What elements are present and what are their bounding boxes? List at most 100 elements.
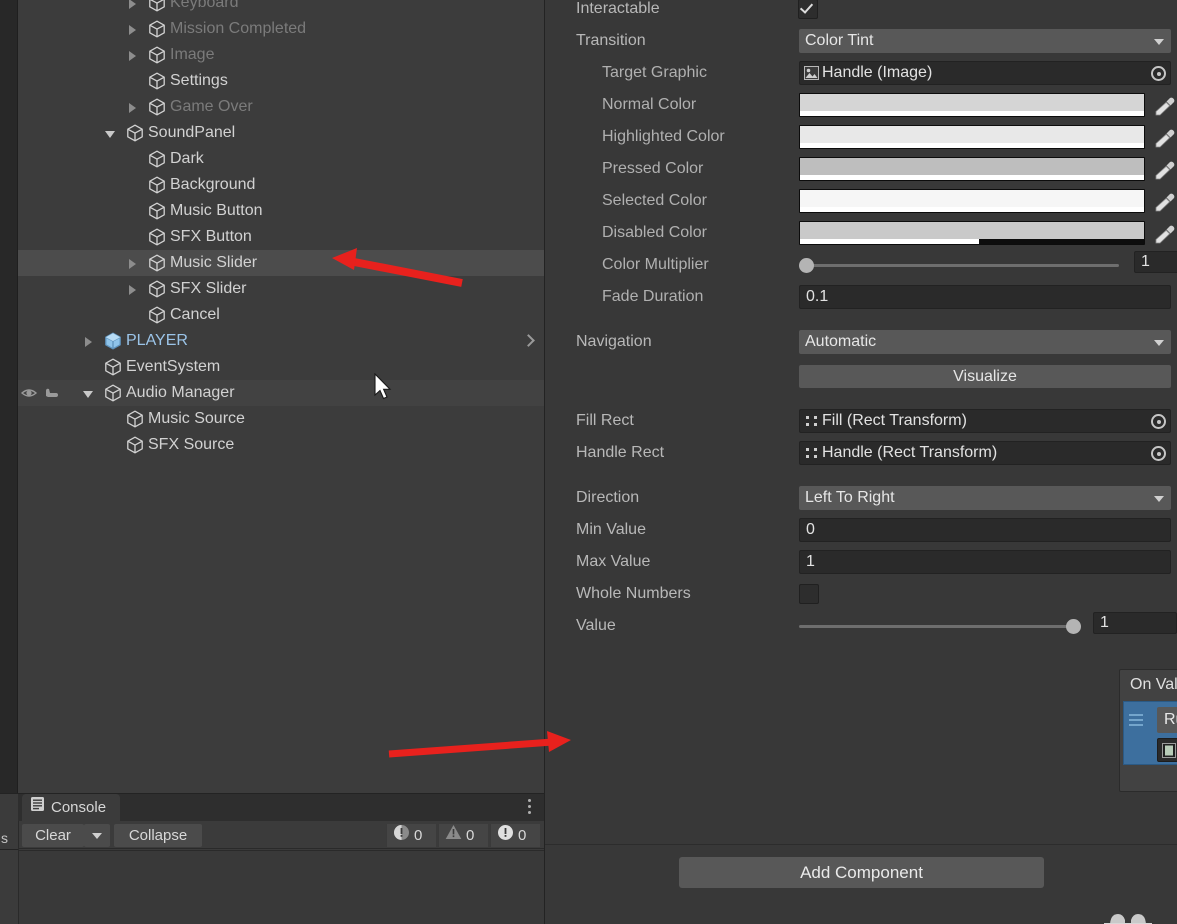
visibility-toggle-icons[interactable]	[20, 384, 70, 402]
navigation-dropdown[interactable]: Automatic	[799, 330, 1171, 354]
slider-handle[interactable]	[1066, 619, 1081, 634]
collapse-button[interactable]: Collapse	[114, 824, 202, 847]
gameobject-icon	[148, 202, 166, 220]
gameobject-icon	[148, 306, 166, 324]
min-value-input[interactable]: 0	[799, 518, 1171, 542]
left-edge-strip	[0, 0, 18, 924]
hierarchy-row[interactable]: Game Over	[18, 94, 544, 120]
transition-value: Color Tint	[805, 32, 874, 49]
twirl-right-icon[interactable]	[126, 250, 140, 276]
handle-rect-objectfield[interactable]: Handle (Rect Transform)	[799, 441, 1171, 465]
gameobject-icon	[148, 46, 166, 64]
eyedropper-icon[interactable]	[1151, 127, 1177, 149]
eyedropper-icon[interactable]	[1151, 95, 1177, 117]
hierarchy-row[interactable]: Cancel	[18, 302, 544, 328]
max-value-input[interactable]: 1	[799, 550, 1171, 574]
tab-console[interactable]: Console	[22, 794, 121, 822]
object-picker-icon[interactable]	[1151, 446, 1166, 461]
hierarchy-row[interactable]: Keyboard	[18, 0, 544, 16]
value-label: Value	[576, 617, 616, 634]
hierarchy-row[interactable]: SFX Slider	[18, 276, 544, 302]
console-panel[interactable]: Console Clear Collapse 0 0 0	[18, 793, 544, 924]
console-options-icon[interactable]	[528, 799, 532, 817]
hierarchy-row[interactable]: SFX Button	[18, 224, 544, 250]
twirl-right-icon[interactable]	[126, 94, 140, 120]
direction-dropdown[interactable]: Left To Right	[799, 486, 1171, 510]
color-swatch[interactable]	[799, 125, 1145, 149]
object-picker-icon[interactable]	[1151, 66, 1166, 81]
min-value-label: Min Value	[576, 521, 646, 538]
error-count[interactable]: 0	[490, 824, 540, 847]
transition-dropdown[interactable]: Color Tint	[799, 29, 1171, 53]
color-field-label: Highlighted Color	[602, 128, 725, 145]
fill-rect-objectfield[interactable]: Fill (Rect Transform)	[799, 409, 1171, 433]
whole-numbers-checkbox[interactable]	[799, 584, 819, 604]
eyedropper-icon[interactable]	[1151, 223, 1177, 245]
interactable-checkbox[interactable]	[798, 0, 818, 19]
hierarchy-row[interactable]: Music Slider	[18, 250, 544, 276]
call-mode-dropdown[interactable]: Runtime Only	[1157, 707, 1177, 733]
hierarchy-row[interactable]: Dark	[18, 146, 544, 172]
hierarchy-row[interactable]: Background	[18, 172, 544, 198]
hierarchy-row[interactable]: Audio Manager	[18, 380, 544, 406]
console-log-area[interactable]	[18, 850, 544, 924]
target-graphic-value: Handle (Image)	[822, 64, 933, 81]
hierarchy-row[interactable]: Music Source	[18, 406, 544, 432]
eyedropper-icon[interactable]	[1151, 191, 1177, 213]
slider-handle[interactable]	[799, 258, 814, 273]
color-multiplier-value[interactable]: 1	[1134, 251, 1177, 273]
event-target-objectfield[interactable]: Canvas (UI C	[1157, 738, 1177, 762]
event-entry-row[interactable]: Runtime Only UIController.MusicVolume Ca…	[1123, 701, 1177, 765]
value-slider[interactable]	[799, 614, 1089, 638]
hierarchy-row-label: Cancel	[170, 306, 220, 323]
on-value-changed-header: On Value Changed (Single)	[1130, 676, 1177, 693]
hierarchy-row[interactable]: Mission Completed	[18, 16, 544, 42]
hierarchy-row[interactable]: EventSystem	[18, 354, 544, 380]
hierarchy-row[interactable]: PLAYER	[18, 328, 544, 354]
color-swatch[interactable]	[799, 189, 1145, 213]
error-icon	[497, 824, 514, 848]
drag-handle-icon[interactable]	[1129, 714, 1143, 726]
hierarchy-panel[interactable]: Keyboard Mission Completed Image Settings Ga…	[18, 0, 544, 793]
twirl-right-icon[interactable]	[126, 0, 140, 16]
object-picker-icon[interactable]	[1151, 414, 1166, 429]
eyedropper-icon[interactable]	[1151, 159, 1177, 181]
target-graphic-objectfield[interactable]: Handle (Image)	[799, 61, 1171, 85]
clear-button[interactable]: Clear	[22, 824, 84, 847]
twirl-down-icon[interactable]	[82, 380, 96, 406]
gameobject-icon	[148, 72, 166, 90]
color-swatch[interactable]	[799, 221, 1145, 245]
warning-count-value: 0	[466, 827, 475, 844]
value-number[interactable]: 1	[1093, 612, 1177, 634]
color-swatch[interactable]	[799, 93, 1145, 117]
twirl-right-icon[interactable]	[126, 16, 140, 42]
visualize-button[interactable]: Visualize	[799, 365, 1171, 388]
prefab-open-chevron-icon[interactable]	[524, 334, 532, 348]
row-navigation: Navigation Automatic	[545, 326, 1177, 358]
gameobject-icon	[104, 384, 122, 402]
log-icon	[393, 824, 410, 848]
add-component-button[interactable]: Add Component	[679, 857, 1044, 888]
fill-rect-label: Fill Rect	[576, 412, 634, 429]
hierarchy-row[interactable]: Music Button	[18, 198, 544, 224]
hierarchy-row[interactable]: SoundPanel	[18, 120, 544, 146]
color-multiplier-slider[interactable]	[799, 253, 1129, 277]
gameobject-icon	[148, 254, 166, 272]
hierarchy-row[interactable]: SFX Source	[18, 432, 544, 458]
clear-dropdown-button[interactable]	[84, 824, 110, 847]
twirl-right-icon[interactable]	[126, 276, 140, 302]
twirl-down-icon[interactable]	[104, 120, 118, 146]
twirl-right-icon[interactable]	[126, 42, 140, 68]
warning-count[interactable]: 0	[438, 824, 488, 847]
row-color-field: Pressed Color	[545, 153, 1177, 185]
log-count[interactable]: 0	[386, 824, 436, 847]
log-count-value: 0	[414, 827, 423, 844]
fade-duration-input[interactable]: 0.1	[799, 285, 1171, 309]
row-color-field: Highlighted Color	[545, 121, 1177, 153]
gameobject-icon	[148, 98, 166, 116]
color-swatch[interactable]	[799, 157, 1145, 181]
hierarchy-row-label: Image	[170, 46, 215, 63]
twirl-right-icon[interactable]	[82, 328, 96, 354]
hierarchy-row[interactable]: Settings	[18, 68, 544, 94]
hierarchy-row[interactable]: Image	[18, 42, 544, 68]
